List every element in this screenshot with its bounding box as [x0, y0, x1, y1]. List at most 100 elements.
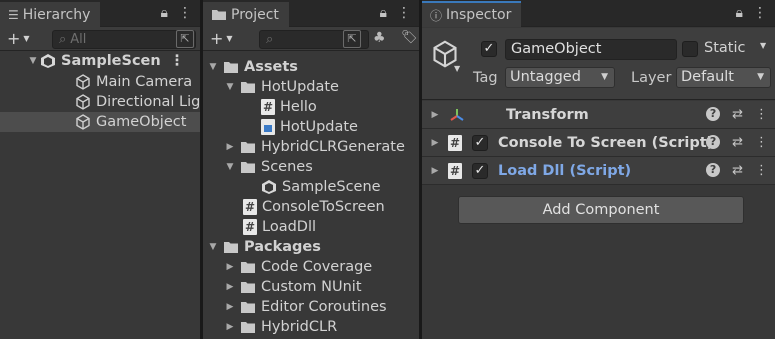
tree-item-hello-script[interactable]: # Hello: [261, 97, 317, 117]
filter-by-label-icon[interactable]: 🏷︎: [401, 30, 418, 45]
tree-item-hybridclr[interactable]: ▶ HybridCLR: [225, 317, 338, 337]
tag-value: Untagged: [510, 69, 581, 85]
open-folder-icon: [224, 241, 238, 253]
tree-item-label: HotUpdate: [280, 119, 358, 135]
tree-item-packages[interactable]: ▼ Packages: [208, 237, 321, 257]
tree-item-label: Custom NUnit: [261, 279, 362, 295]
component-load-dll[interactable]: ▶ # ✓ Load Dll (Script) ? ⇄ ⋮: [422, 157, 775, 185]
tree-item-label: Editor Coroutines: [261, 299, 387, 315]
tree-item-custom-nunit[interactable]: ▶ Custom NUnit: [225, 277, 362, 297]
tree-item-label: Hello: [280, 99, 317, 115]
presets-icon[interactable]: ⇄: [732, 107, 743, 122]
hierarchy-tab-actions: 🔒︎ ⋮: [161, 5, 192, 21]
tree-item-samplescene[interactable]: SampleScene: [261, 177, 381, 197]
component-menu-icon[interactable]: ⋮: [755, 163, 768, 178]
tree-item-consoletoscreen[interactable]: # ConsoleToScreen: [243, 197, 385, 217]
expand-arrow-icon[interactable]: ▶: [225, 137, 235, 157]
component-menu-icon[interactable]: ⋮: [755, 107, 768, 122]
gameobject-name-field[interactable]: GameObject: [505, 39, 677, 60]
folder-icon: [241, 261, 255, 273]
tag-dropdown[interactable]: Untagged ▼: [505, 67, 615, 88]
transform-axes-icon: [450, 108, 464, 121]
expand-arrow-icon[interactable]: ▶: [225, 277, 235, 297]
tree-item-label: LoadDll: [262, 219, 317, 235]
component-enabled-checkbox[interactable]: ✓: [472, 162, 488, 179]
tree-item-loaddll[interactable]: # LoadDll: [243, 217, 316, 237]
help-icon[interactable]: ?: [706, 135, 721, 149]
collapse-arrow-icon[interactable]: ▼: [225, 157, 235, 177]
help-icon[interactable]: ?: [706, 163, 721, 177]
assembly-definition-icon: [261, 119, 275, 135]
static-dropdown-arrow-icon[interactable]: ▼: [760, 41, 766, 50]
expand-arrow-icon[interactable]: ▶: [430, 110, 440, 120]
component-console-to-screen[interactable]: ▶ # ✓ Console To Screen (Script) ? ⇄ ⋮: [422, 129, 775, 157]
filter-by-type-icon[interactable]: ♣: [373, 30, 386, 46]
csharp-script-icon: #: [261, 99, 275, 115]
scene-name: SampleScen: [61, 53, 161, 69]
tree-item-scenes[interactable]: ▼ Scenes: [225, 157, 313, 177]
create-asset-button[interactable]: + ▼: [210, 29, 233, 48]
layer-label: Layer: [631, 70, 672, 86]
hierarchy-search-input[interactable]: ⌕ All: [52, 30, 196, 49]
tree-item-label: SampleScene: [282, 179, 381, 195]
expand-arrow-icon[interactable]: ▶: [430, 138, 440, 148]
active-checkbox[interactable]: ✓: [481, 41, 497, 57]
hierarchy-item-label: Main Camera: [96, 74, 193, 90]
static-checkbox[interactable]: [682, 41, 698, 57]
csharp-script-icon: #: [448, 162, 462, 179]
scene-row[interactable]: ▼ SampleScen ⋮: [30, 51, 185, 71]
more-menu-icon[interactable]: ⋮: [753, 5, 767, 21]
search-options-icon[interactable]: ⇱: [176, 30, 194, 48]
folder-icon: [241, 301, 255, 313]
csharp-script-icon: #: [243, 199, 257, 215]
tree-item-hybridclrgenerate[interactable]: ▶ HybridCLRGenerate: [225, 137, 405, 157]
project-tab-label: Project: [231, 6, 279, 23]
layer-dropdown[interactable]: Default ▼: [676, 67, 771, 88]
tab-inspector[interactable]: ⓘ Inspector: [422, 1, 522, 27]
tree-item-assets[interactable]: ▼ Assets: [208, 57, 298, 77]
expand-arrow-icon[interactable]: ▶: [225, 257, 235, 277]
icon-dropdown-arrow-icon[interactable]: ▼: [454, 64, 460, 73]
tree-item-editor-coroutines[interactable]: ▶ Editor Coroutines: [225, 297, 387, 317]
tab-project[interactable]: Project: [203, 2, 289, 27]
presets-icon[interactable]: ⇄: [732, 163, 743, 178]
gameobject-header: ▼ ✓ GameObject Static ▼ Tag Untagged ▼ L…: [422, 28, 775, 100]
folder-icon: [241, 321, 255, 333]
open-folder-icon: [224, 61, 238, 73]
inspector-tab-label: Inspector: [446, 7, 512, 23]
lock-icon[interactable]: 🔒︎: [380, 5, 387, 21]
tree-item-label: HotUpdate: [261, 79, 339, 95]
hierarchy-item-main-camera[interactable]: Main Camera: [75, 72, 192, 92]
add-component-button[interactable]: Add Component: [458, 196, 744, 224]
lock-icon[interactable]: 🔒︎: [161, 5, 168, 21]
hierarchy-item-directional-light[interactable]: Directional Lig: [75, 92, 200, 112]
hierarchy-item-gameobject[interactable]: GameObject: [75, 112, 186, 132]
presets-icon[interactable]: ⇄: [732, 135, 743, 150]
hierarchy-search-placeholder: All: [70, 32, 87, 47]
expand-arrow-icon[interactable]: ▶: [225, 297, 235, 317]
help-icon[interactable]: ?: [706, 107, 721, 121]
hierarchy-panel: ☰ Hierarchy 🔒︎ ⋮ + ▼ ⌕ All ⇱ ▼ SampleScen…: [0, 0, 200, 339]
lock-icon[interactable]: 🔒︎: [736, 5, 743, 21]
tree-item-code-coverage[interactable]: ▶ Code Coverage: [225, 257, 373, 277]
more-menu-icon[interactable]: ⋮: [178, 5, 192, 21]
tree-item-hotupdate-asmdef[interactable]: HotUpdate: [261, 117, 358, 137]
expand-arrow-icon[interactable]: ▶: [225, 317, 235, 337]
collapse-arrow-icon[interactable]: ▼: [28, 51, 38, 71]
collapse-arrow-icon[interactable]: ▼: [225, 77, 235, 97]
component-title: Console To Screen (Script): [498, 134, 714, 151]
collapse-arrow-icon[interactable]: ▼: [208, 57, 218, 77]
tree-item-hotupdate-folder[interactable]: ▼ HotUpdate: [225, 77, 339, 97]
component-enabled-checkbox[interactable]: ✓: [472, 134, 488, 151]
component-menu-icon[interactable]: ⋮: [755, 135, 768, 150]
search-options-icon[interactable]: ⇱: [343, 30, 361, 48]
unity-scene-icon: [41, 54, 55, 68]
collapse-arrow-icon[interactable]: ▼: [208, 237, 218, 257]
tab-hierarchy[interactable]: ☰ Hierarchy: [0, 2, 101, 27]
create-button[interactable]: + ▼: [7, 29, 30, 48]
csharp-script-icon: #: [448, 134, 462, 151]
more-menu-icon[interactable]: ⋮: [397, 5, 411, 21]
expand-arrow-icon[interactable]: ▶: [430, 166, 440, 176]
component-transform[interactable]: ▶ Transform ? ⇄ ⋮: [422, 101, 775, 129]
scene-menu-icon[interactable]: ⋮: [170, 51, 185, 71]
